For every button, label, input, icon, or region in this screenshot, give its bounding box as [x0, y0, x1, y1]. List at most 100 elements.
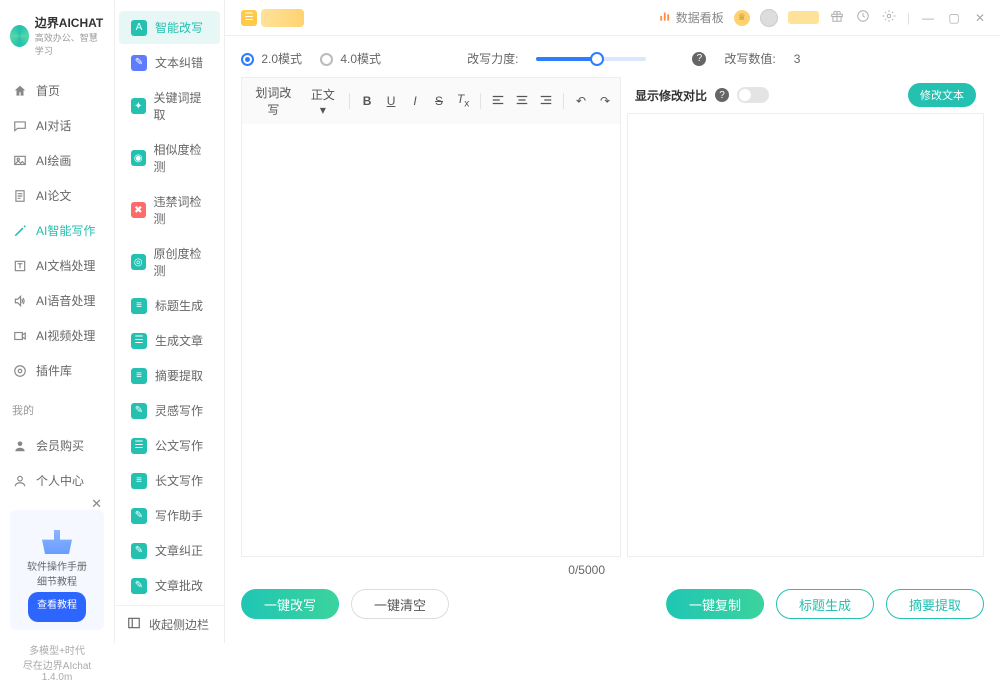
toolbar-format-select[interactable]: 正文 ▾: [307, 86, 339, 117]
sub-item-icon: ✎: [131, 403, 147, 419]
sub-item-icon: ◎: [131, 254, 146, 270]
toolbar-function[interactable]: 划词改写: [250, 84, 297, 118]
sub-item-icon: ☰: [131, 333, 147, 349]
avatar[interactable]: [760, 9, 778, 27]
window-minimize[interactable]: —: [920, 11, 936, 25]
topbar: ☰ 数据看板 ♕ | —: [225, 0, 1000, 36]
sub-item-14[interactable]: ✎文章批改: [119, 569, 220, 602]
promo-icon: [42, 530, 72, 554]
audio-icon: [12, 294, 28, 308]
plugin-icon: [12, 364, 28, 378]
chat-icon: [12, 119, 28, 133]
sub-item-label: 写作助手: [155, 507, 203, 524]
nav-paint[interactable]: AI绘画: [0, 143, 114, 178]
mode-20-radio[interactable]: 2.0模式: [241, 50, 302, 67]
sub-item-label: 违禁词检测: [154, 193, 208, 227]
promo-button[interactable]: 查看教程: [28, 592, 86, 622]
nav-profile[interactable]: 个人中心: [0, 463, 114, 498]
result-pane: 显示修改对比 ? 修改文本: [627, 77, 984, 557]
collapse-sidebar[interactable]: 收起侧边栏: [115, 605, 224, 643]
sub-item-icon: ✎: [131, 508, 147, 524]
sub-item-4[interactable]: ✖违禁词检测: [119, 185, 220, 235]
copy-button[interactable]: 一键复制: [666, 589, 764, 619]
nav-video[interactable]: AI视频处理: [0, 318, 114, 353]
profile-icon: [12, 474, 28, 488]
sub-item-icon: ≡: [131, 368, 147, 384]
nav-paper[interactable]: AI论文: [0, 178, 114, 213]
promo-card[interactable]: ✕ 软件操作手册 细节教程 查看教程: [10, 510, 104, 630]
chart-icon: [658, 9, 672, 26]
radio-checked-icon: [241, 53, 254, 66]
nav-membership[interactable]: 会员购买: [0, 428, 114, 463]
redo-icon[interactable]: ↷: [598, 94, 612, 108]
nav-plugins[interactable]: 插件库: [0, 353, 114, 388]
nav-home[interactable]: 首页: [0, 73, 114, 108]
sub-item-7[interactable]: ☰ 生成文章: [119, 324, 220, 357]
logo-icon: [10, 25, 29, 47]
sub-item-label: 关键词提取: [154, 89, 208, 123]
gift-icon[interactable]: [829, 9, 845, 26]
help-icon[interactable]: ?: [692, 52, 706, 66]
window-maximize[interactable]: ▢: [946, 11, 962, 25]
sub-item-11[interactable]: ≡长文写作: [119, 464, 220, 497]
mode-40-radio[interactable]: 4.0模式: [320, 50, 381, 67]
gen-title-button[interactable]: 标题生成: [776, 589, 874, 619]
sub-item-2[interactable]: ✦ 关键词提取: [119, 81, 220, 131]
text-icon: [12, 259, 28, 273]
doc-icon: [12, 189, 28, 203]
align-left-icon[interactable]: [491, 93, 505, 110]
sub-item-3[interactable]: ◉相似度检测: [119, 133, 220, 183]
sub-item-12[interactable]: ✎ 写作助手: [119, 499, 220, 532]
strike-icon[interactable]: S: [432, 94, 446, 108]
nav-docproc[interactable]: AI文档处理: [0, 248, 114, 283]
nav-writing[interactable]: AI智能写作: [0, 213, 114, 248]
settings-icon[interactable]: [881, 9, 897, 26]
bold-icon[interactable]: B: [360, 94, 374, 108]
nav-audio[interactable]: AI语音处理: [0, 283, 114, 318]
underline-icon[interactable]: U: [384, 94, 398, 108]
sub-item-5[interactable]: ◎原创度检测: [119, 237, 220, 287]
sub-item-label: 生成文章: [155, 332, 203, 349]
compare-label: 显示修改对比: [635, 87, 707, 104]
sub-item-6[interactable]: ≡ 标题生成: [119, 289, 220, 322]
nav-main: 首页 AI对话 AI绘画 AI论文 AI智能写作: [0, 67, 114, 394]
strength-slider[interactable]: [536, 57, 646, 61]
clock-icon[interactable]: [855, 9, 871, 26]
extract-button[interactable]: 摘要提取: [886, 589, 984, 619]
sub-item-0[interactable]: A智能改写: [119, 11, 220, 44]
rewrite-button[interactable]: 一键改写: [241, 589, 339, 619]
section-mine: 我的: [0, 394, 114, 422]
text-editor[interactable]: [241, 124, 621, 557]
sub-item-label: 公文写作: [155, 437, 203, 454]
clear-format-icon[interactable]: Tx: [456, 92, 470, 109]
sub-item-13[interactable]: ✎文章纠正: [119, 534, 220, 567]
sub-item-icon: ≡: [131, 298, 147, 314]
close-icon[interactable]: ✕: [91, 496, 102, 512]
sub-item-label: 标题生成: [155, 297, 203, 314]
undo-icon[interactable]: ↶: [574, 94, 588, 108]
dashboard-link[interactable]: 数据看板: [658, 9, 724, 26]
sub-item-9[interactable]: ✎灵感写作: [119, 394, 220, 427]
window-close[interactable]: ✕: [972, 11, 988, 25]
user-icon: [12, 439, 28, 453]
sub-item-icon: ✦: [131, 98, 146, 114]
italic-icon[interactable]: I: [408, 94, 422, 108]
app-logo: 边界AICHAT 高效办公、智慧学习: [0, 8, 114, 67]
sub-item-label: 相似度检测: [154, 141, 208, 175]
align-right-icon[interactable]: [539, 93, 553, 110]
align-center-icon[interactable]: [515, 93, 529, 110]
video-icon: [12, 329, 28, 343]
breadcrumb[interactable]: ☰: [237, 7, 308, 29]
sub-item-10[interactable]: ☰公文写作: [119, 429, 220, 462]
sub-item-1[interactable]: ✎文本纠错: [119, 46, 220, 79]
main-area: ☰ 数据看板 ♕ | —: [225, 0, 1000, 643]
app-title: 边界AICHAT: [35, 14, 104, 31]
vip-badge[interactable]: ♕: [734, 10, 750, 26]
sub-item-icon: ✎: [131, 578, 147, 594]
help-icon[interactable]: ?: [715, 88, 729, 102]
clear-button[interactable]: 一键清空: [351, 589, 449, 619]
sub-item-8[interactable]: ≡摘要提取: [119, 359, 220, 392]
nav-chat[interactable]: AI对话: [0, 108, 114, 143]
compare-toggle[interactable]: [737, 87, 769, 103]
modify-text-button[interactable]: 修改文本: [908, 83, 976, 107]
